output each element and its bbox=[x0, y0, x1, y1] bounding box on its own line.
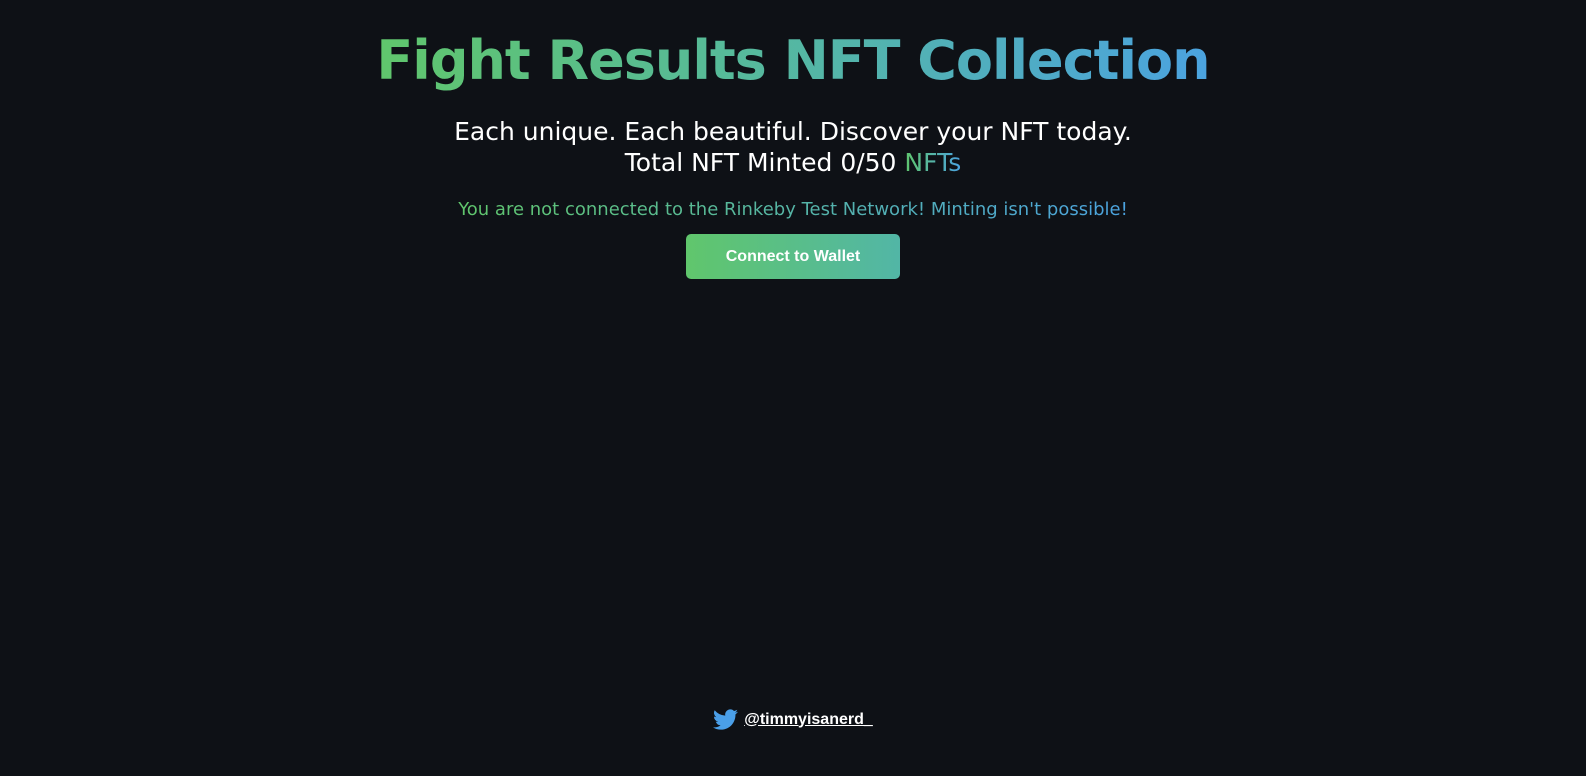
tagline: Each unique. Each beautiful. Discover yo… bbox=[454, 117, 1132, 146]
connect-wallet-button[interactable]: Connect to Wallet bbox=[686, 234, 900, 279]
twitter-icon bbox=[713, 709, 739, 730]
footer: @timmyisanerd_ bbox=[0, 707, 1586, 732]
subtitle: Each unique. Each beautiful. Discover yo… bbox=[0, 116, 1586, 178]
minted-count-line: Total NFT Minted 0/50 NFTs bbox=[0, 147, 1586, 178]
nfts-label: NFTs bbox=[904, 148, 962, 177]
button-container: Connect to Wallet bbox=[0, 234, 1586, 279]
twitter-handle-link[interactable]: @timmyisanerd_ bbox=[744, 711, 873, 729]
page-title: Fight Results NFT Collection bbox=[376, 29, 1210, 92]
network-warning-text: You are not connected to the Rinkeby Tes… bbox=[458, 199, 1128, 220]
minted-count: Total NFT Minted 0/50 bbox=[624, 148, 897, 177]
network-status: You are not connected to the Rinkeby Tes… bbox=[0, 178, 1586, 222]
page-header: Fight Results NFT Collection Each unique… bbox=[0, 0, 1586, 279]
